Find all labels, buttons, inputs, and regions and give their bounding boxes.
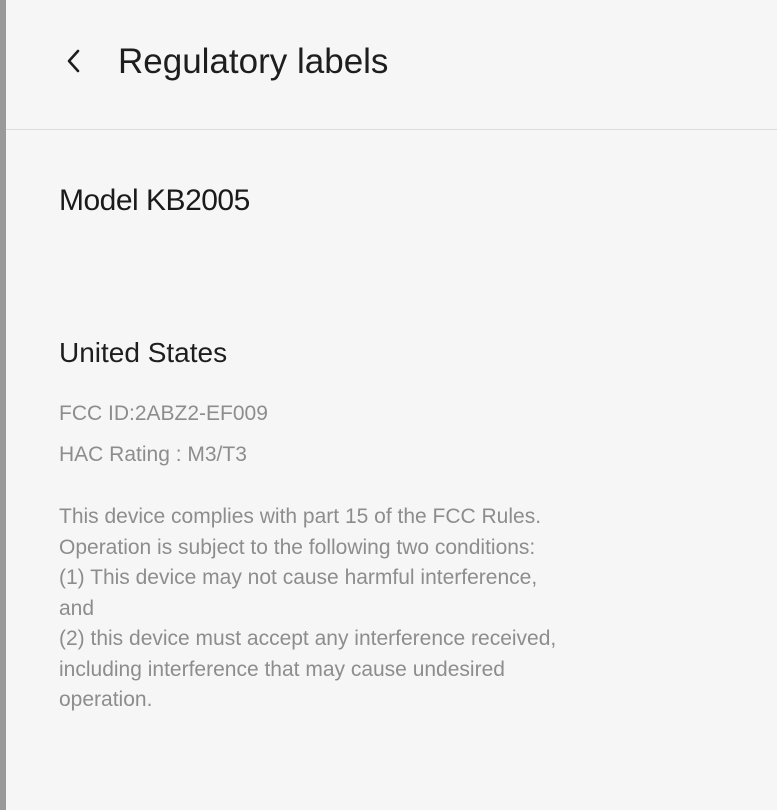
chevron-left-icon [67, 49, 80, 73]
compliance-line: (1) This device may not cause harmful in… [59, 566, 538, 589]
compliance-line: (2) this device must accept any interfer… [59, 627, 557, 650]
back-button[interactable] [50, 37, 98, 85]
model-label: Model KB2005 [59, 184, 250, 217]
compliance-line: operation. [59, 688, 153, 711]
compliance-line: Operation is subject to the following tw… [59, 535, 536, 559]
app-bar: Regulatory labels [6, 0, 777, 130]
fcc-compliance-statement: This device complies with part 15 of the… [59, 502, 759, 716]
compliance-line: and [59, 596, 95, 620]
compliance-line: This device complies with part 15 of the… [59, 505, 542, 528]
region-heading: United States [59, 337, 228, 368]
fcc-id-text: FCC ID:2ABZ2-EF009 [59, 402, 268, 425]
compliance-line: including interference that may cause un… [59, 657, 505, 681]
page-title: Regulatory labels [118, 42, 389, 81]
hac-rating-text: HAC Rating : M3/T3 [59, 443, 247, 466]
